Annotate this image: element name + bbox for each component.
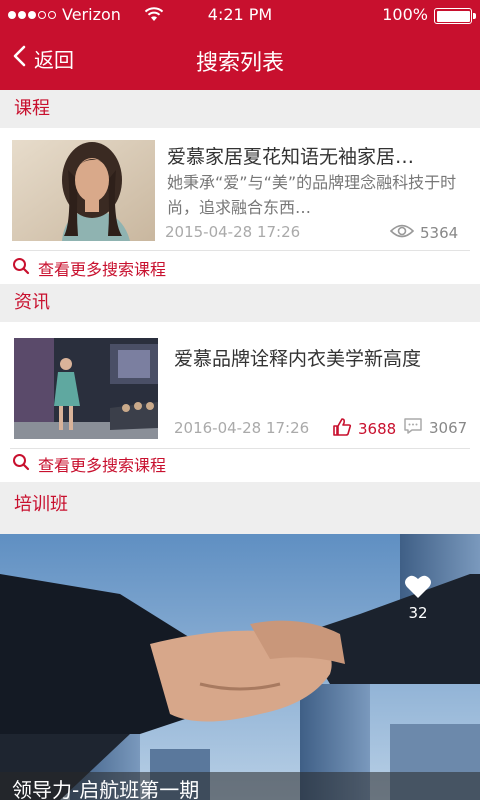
news-thumbnail bbox=[14, 338, 158, 439]
news-title: 爱慕品牌诠释内衣美学新高度 bbox=[174, 348, 422, 370]
section-heading-course: 课程 bbox=[0, 90, 480, 128]
course-thumbnail bbox=[12, 140, 155, 241]
banner-caption: 领导力-启航班第一期 bbox=[0, 772, 480, 800]
thumbs-up-icon bbox=[332, 417, 352, 441]
course-description: 她秉承“爱”与“美”的品牌理念融科技于时尚，追求融合东西… bbox=[167, 173, 457, 217]
banner-like-button[interactable]: 32 bbox=[396, 574, 440, 622]
news-panel: 爱慕品牌诠释内衣美学新高度 2016-04-28 17:26 3688 3067… bbox=[0, 322, 480, 482]
course-title: 爱慕家居夏花知语无袖家居… bbox=[167, 146, 415, 168]
more-courses-label: 查看更多搜索课程 bbox=[38, 260, 167, 279]
battery-percentage: 100% bbox=[382, 5, 428, 24]
heart-icon bbox=[404, 575, 432, 604]
like-count: 3688 bbox=[358, 420, 397, 438]
navigation-bar: 返回 搜索列表 bbox=[0, 30, 480, 90]
news-likes[interactable]: 3688 bbox=[332, 417, 396, 441]
page-title: 搜索列表 bbox=[195, 51, 284, 76]
course-views: 5364 bbox=[389, 223, 459, 243]
more-news-label: 查看更多搜索课程 bbox=[38, 456, 167, 475]
section-heading-news: 资讯 bbox=[0, 284, 480, 322]
news-comments[interactable]: 3067 bbox=[403, 417, 467, 439]
training-banner[interactable]: 32 领导力-启航班第一期 bbox=[0, 534, 480, 800]
course-panel: 爱慕家居夏花知语无袖家居… 她秉承“爱”与“美”的品牌理念融科技于时尚，追求融合… bbox=[0, 128, 480, 284]
news-date: 2016-04-28 17:26 bbox=[174, 419, 310, 437]
more-courses-link[interactable]: 查看更多搜索课程 bbox=[0, 250, 480, 286]
eye-icon bbox=[389, 223, 415, 243]
search-icon bbox=[12, 257, 30, 279]
view-count: 5364 bbox=[420, 224, 459, 242]
news-list-item[interactable]: 爱慕品牌诠释内衣美学新高度 2016-04-28 17:26 3688 3067 bbox=[0, 322, 480, 448]
section-heading-training: 培训班 bbox=[0, 484, 480, 534]
banner-like-count: 32 bbox=[408, 604, 428, 622]
course-date: 2015-04-28 17:26 bbox=[165, 223, 301, 241]
comment-icon bbox=[403, 417, 423, 439]
status-bar: Verizon 4:21 PM 100% bbox=[0, 0, 480, 30]
course-list-item[interactable]: 爱慕家居夏花知语无袖家居… 她秉承“爱”与“美”的品牌理念融科技于时尚，追求融合… bbox=[0, 128, 480, 250]
search-icon bbox=[12, 453, 30, 475]
more-news-link[interactable]: 查看更多搜索课程 bbox=[0, 446, 480, 482]
comment-count: 3067 bbox=[429, 419, 468, 437]
battery-icon bbox=[434, 8, 476, 24]
